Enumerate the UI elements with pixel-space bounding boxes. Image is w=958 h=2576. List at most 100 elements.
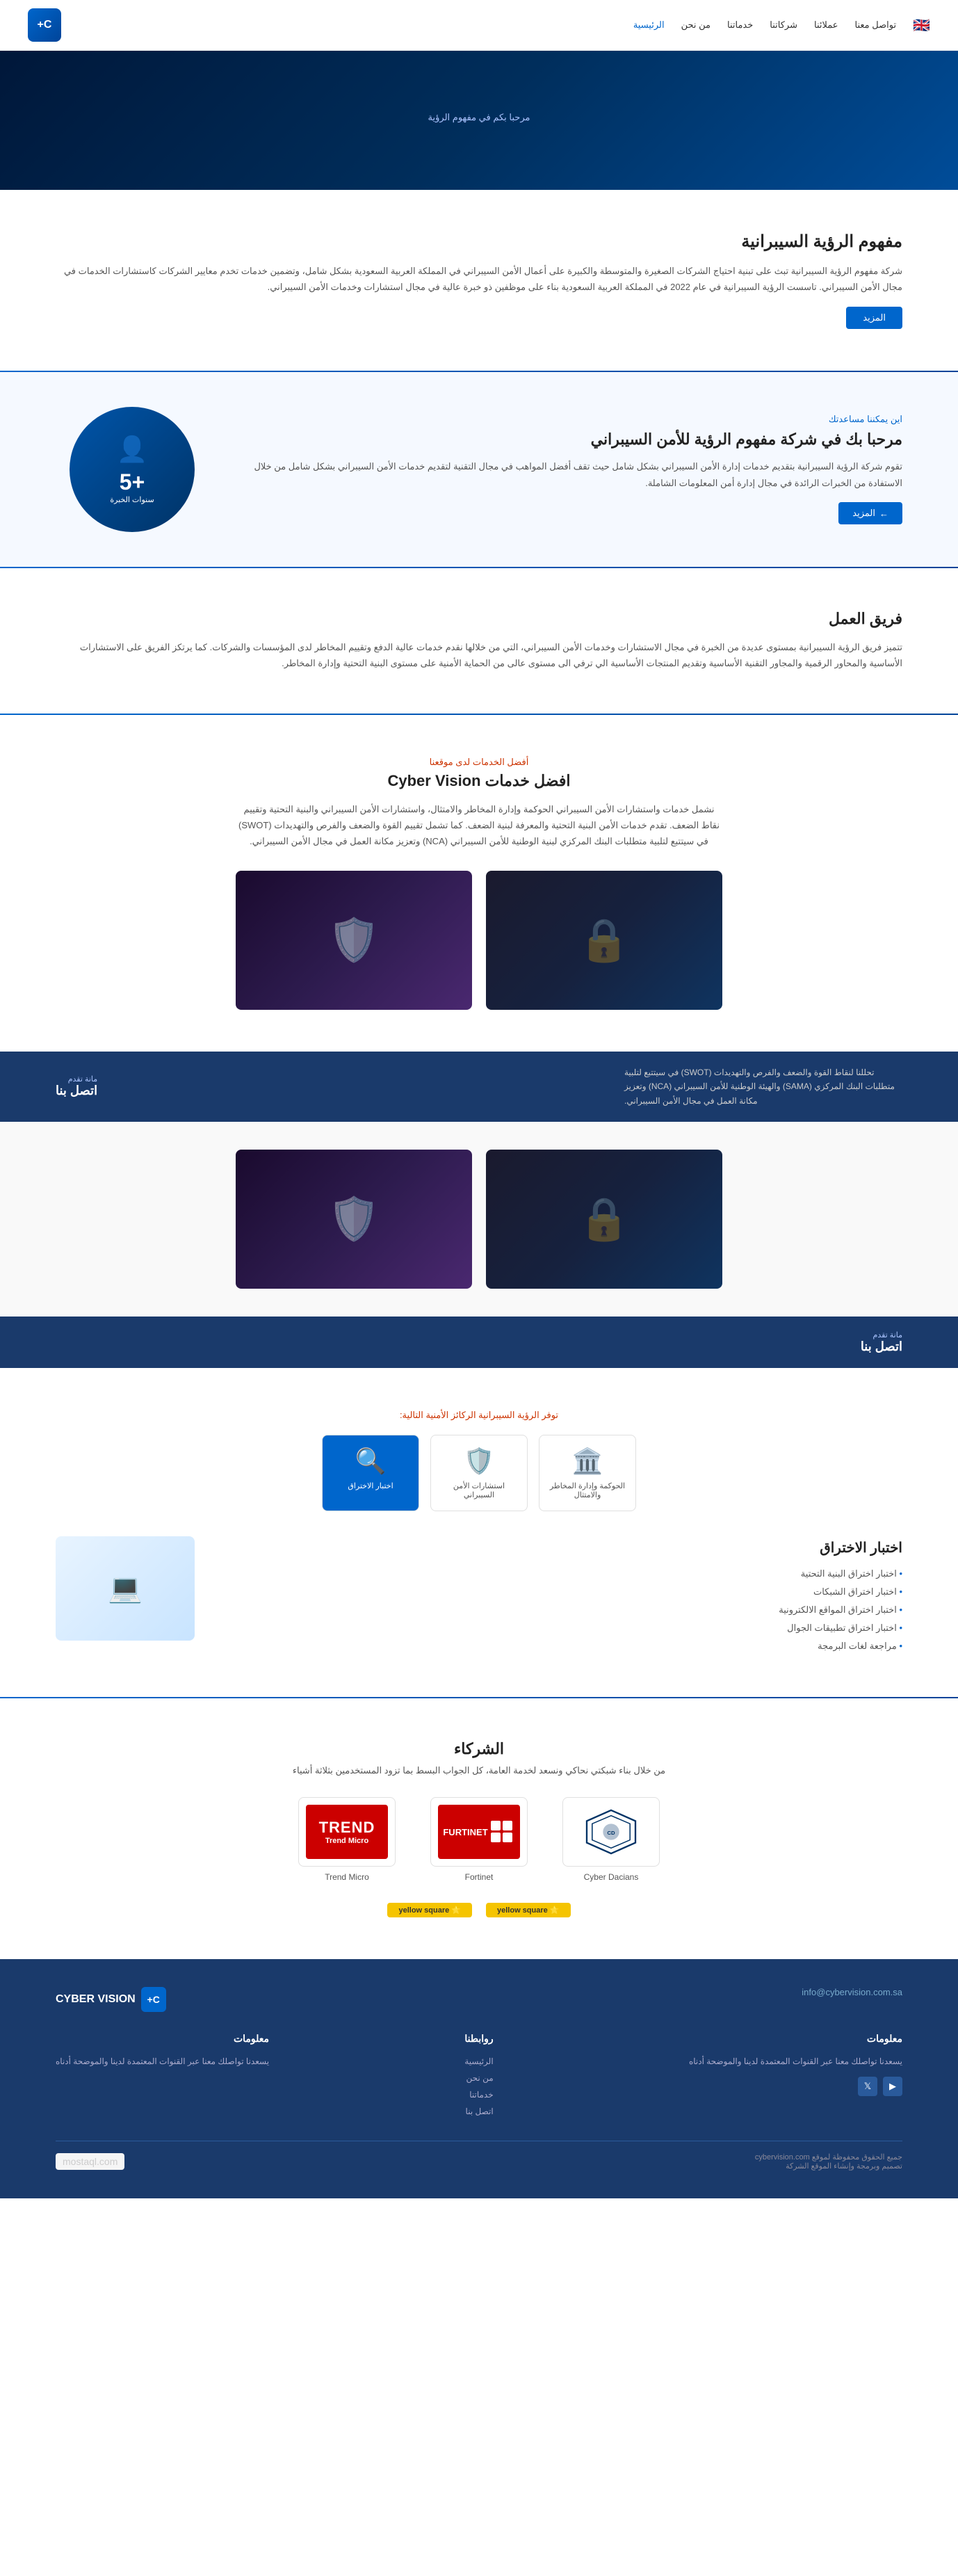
cards-image: 💻 [56,1536,195,1641]
mostaql-badge[interactable]: mostaql.com [56,2153,124,2170]
contact-banner-1: تحللنا لنقاط القوة والضعف والفرص والتهدي… [0,1052,958,1122]
footer-logo-icon: C+ [141,1987,166,2012]
lock-bg: 🔒 [486,871,722,1010]
social-twitter[interactable]: 𝕏 [858,2077,877,2096]
team-body: تتميز فريق الرؤية السيبرانية بمستوى عديد… [56,639,902,672]
card-consulting[interactable]: 🛡️ استشارات الأمن السيبراني [430,1435,528,1511]
footer-link-home[interactable]: الرئيسية [464,2053,493,2070]
help-more-btn[interactable]: ← المزيد [838,502,902,524]
pentest-item-4: اختبار اختراق تطبيقات الجوال [222,1619,902,1637]
mostaql-text: mostaql.com [63,2156,117,2167]
yellow-badge-2: ⭐ yellow square [387,1903,472,1917]
nav-link-services[interactable]: خدماتنا [727,19,753,31]
services-body: نشمل خدمات واستشارات الأمن السيبراني الح… [236,801,722,850]
fortinet-block-2 [491,1821,501,1830]
banner1-desc: تحللنا لنقاط القوة والضعف والفرص والتهدي… [624,1065,902,1108]
tech-visual-icon: 💻 [56,1536,195,1641]
vision-text-body: شركة مفهوم الرؤية السيبرانية تبث على تبن… [56,263,902,296]
partner-fortinet: FURTINET Fortinet [423,1797,535,1882]
nav-link-clients[interactable]: عملائنا [814,19,838,31]
partners-subtitle: من خلال بناء شبكتي نحاكي ونسعد لخدمة الع… [56,1765,902,1776]
pentest-title: اختبار الاختراق [222,1539,902,1556]
fortinet-text: FURTINET [443,1827,487,1837]
card-governance[interactable]: 🏛️ الحوكمة وإدارة المخاطر والامتثال [539,1435,636,1511]
yellow-badges: ⭐ yellow square ⭐ yellow square [56,1903,902,1917]
services-section-2: 🔒 🛡️ [0,1122,958,1317]
card-bg-3: 🔒 [486,1150,722,1289]
footer-bottom: جميع الحقوق محفوظة لموقع cybervision.com… [56,2141,902,2171]
service-card-person-2: 🛡️ [236,1150,472,1289]
fortinet-logo: FURTINET [430,1797,528,1867]
consulting-label: استشارات الأمن السيبراني [438,1481,520,1499]
card-bg-1: 🔒 [486,871,722,1010]
navigation: 🇬🇧 تواصل معنا عملائنا شركاتنا خدماتنا من… [0,0,958,51]
fortinet-block-3 [503,1833,512,1842]
cyber-dacians-svg: CD [583,1808,639,1856]
micro-text: Trend Micro [325,1837,368,1845]
footer-col-3: معلومات يسعدنا تواصلك معنا عبر القنوات ا… [56,2033,269,2120]
services-section: أفضل الخدمات لدى موقعنا افضل خدمات Cyber… [0,715,958,1052]
fortinet-logo-inner: FURTINET [438,1805,520,1859]
social-icons: ▶ 𝕏 [689,2077,902,2096]
lock-icon: 🔒 [578,915,631,965]
card-bg-2: 🛡️ [236,871,472,1010]
service-card-person: 🛡️ [236,871,472,1010]
vision-more-btn[interactable]: المزيد [846,307,902,329]
footer-email[interactable]: info@cybervision.com.sa [802,1987,902,1997]
partners-row: CD Cyber Dacians FURTINET Fortinet [56,1797,902,1882]
footer: info@cybervision.com.sa C+ CYBER VISION … [0,1959,958,2198]
social-youtube[interactable]: ▶ [883,2077,902,2096]
help-text: اين يمكننا مساعدتك مرحبا بك في شركة مفهو… [250,414,902,524]
cyber-dacians-name: Cyber Dacians [555,1872,667,1882]
nav-link-companies[interactable]: شركاتنا [770,19,797,31]
banner1-title[interactable]: اتصل بنا [56,1084,97,1098]
footer-link-contact[interactable]: اتصل بنا [464,2103,493,2120]
card-bg-4: 🛡️ [236,1150,472,1289]
footer-link-services[interactable]: خدماتنا [464,2086,493,2103]
pentest-details: اختبار الاختراق اختبار اختراق البنية الت… [56,1525,902,1655]
person-security-icon: 🛡️ [328,915,380,965]
footer-col1-text: يسعدنا تواصلك معنا عبر القنوات المعتمدة … [689,2053,902,2070]
footer-logo-area: C+ CYBER VISION [56,1987,166,2012]
service-card-lock-2: 🔒 [486,1150,722,1289]
footer-copyright: جميع الحقوق محفوظة لموقع cybervision.com… [755,2152,902,2171]
pentest-item-1: اختبار اختراق البنية التحتية [222,1565,902,1583]
pentest-item-3: اختبار اختراق المواقع الالكترونية [222,1601,902,1619]
hero-content: مرحبا بكم في مفهوم الرؤية [400,84,558,156]
help-body: تقوم شركة الرؤية السيبرانية بتقديم خدمات… [250,458,902,491]
lock-icon-2: 🔒 [578,1194,631,1243]
pentest-icon: 🔍 [330,1447,412,1476]
nav-logo-text: C+ [38,19,52,31]
partner-trend-micro: TREND Trend Micro Trend Micro [291,1797,403,1882]
banner2-right: مانة تقدم اتصل بنا [861,1330,902,1354]
trend-micro-logo: TREND Trend Micro [298,1797,396,1867]
svg-text:CD: CD [607,1830,615,1836]
footer-col3-text: يسعدنا تواصلك معنا عبر القنوات المعتمدة … [56,2053,269,2070]
card-pentest[interactable]: 🔍 اختبار الاختراق [322,1435,419,1511]
nav-logo[interactable]: C+ [28,8,61,42]
banner2-title[interactable]: اتصل بنا [861,1339,902,1354]
trend-text: TREND [319,1819,375,1837]
vision-section: مفهوم الرؤية السيبرانية شركة مفهوم الرؤي… [0,190,958,371]
nav-link-home[interactable]: الرئيسية [633,19,665,31]
nav-link-about[interactable]: من نحن [681,19,711,31]
footer-link-about[interactable]: من نحن [464,2070,493,2086]
badge-text-1: yellow square [497,1906,548,1915]
years-count: +5 [120,469,145,495]
service-card-lock: 🔒 [486,871,722,1010]
fortinet-name: Fortinet [423,1872,535,1882]
footer-col-1: معلومات يسعدنا تواصلك معنا عبر القنوات ا… [689,2033,902,2120]
nav-links: 🇬🇧 تواصل معنا عملائنا شركاتنا خدماتنا من… [633,17,930,34]
cyber-dacians-logo: CD [562,1797,660,1867]
team-title: فريق العمل [56,610,902,628]
banner1-small: مانة تقدم [56,1074,97,1084]
hero-welcome: مرحبا بكم في مفهوم الرؤية [428,112,530,123]
governance-label: الحوكمة وإدارة المخاطر والامتثال [546,1481,628,1499]
vision-text: مفهوم الرؤية السيبرانية شركة مفهوم الرؤي… [56,232,902,329]
footer-main: معلومات يسعدنا تواصلك معنا عبر القنوات ا… [56,2033,902,2120]
yellow-badge-1: ⭐ yellow square [486,1903,571,1917]
lock-bg-2: 🔒 [486,1150,722,1289]
nav-link-contact[interactable]: تواصل معنا [855,19,897,31]
footer-col-2: روابطنا الرئيسية من نحن خدماتنا اتصل بنا [464,2033,493,2120]
services-subtitle: أفضل الخدمات لدى موقعنا [56,757,902,768]
